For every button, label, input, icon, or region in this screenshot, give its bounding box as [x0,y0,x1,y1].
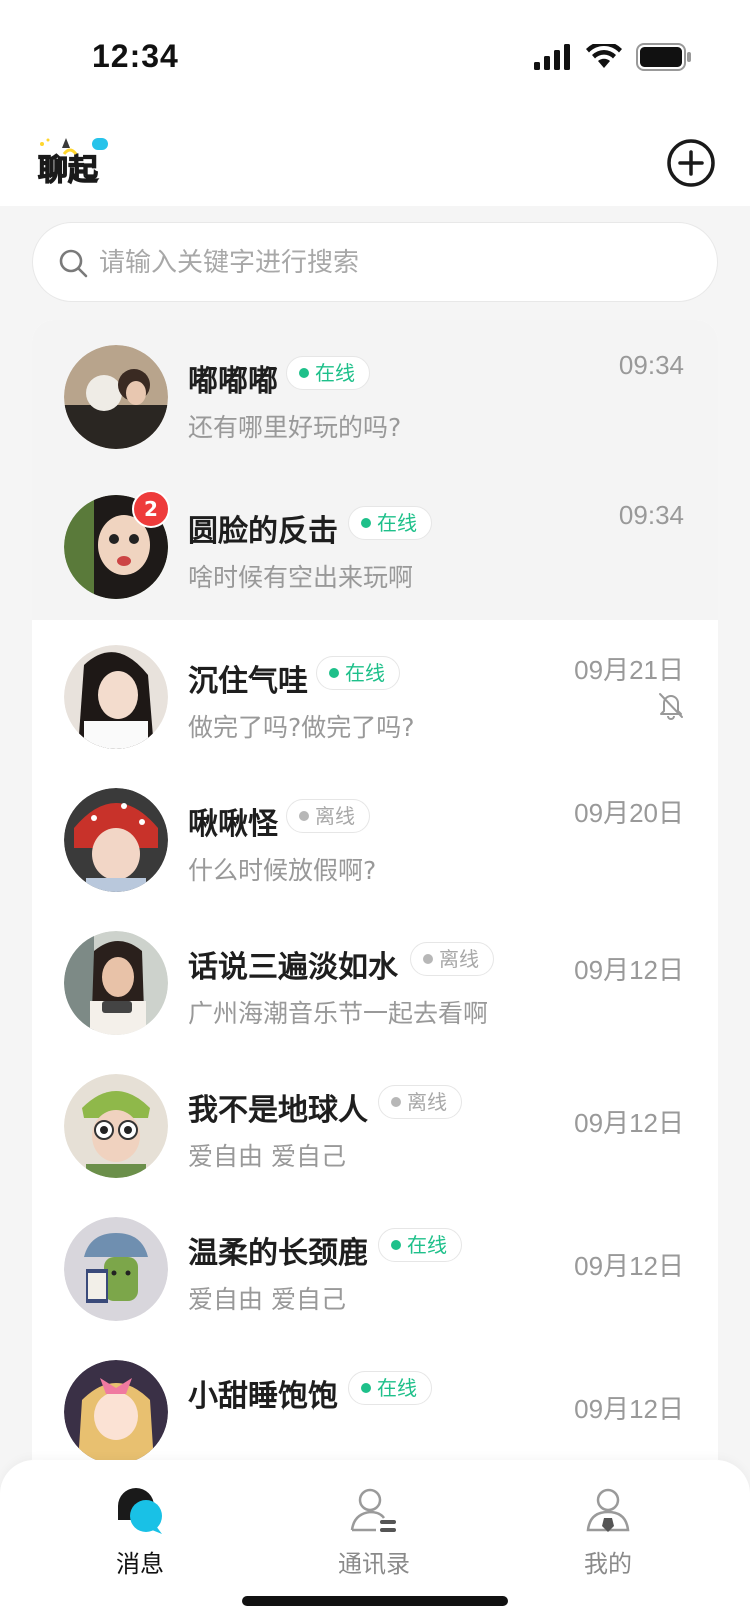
avatar [64,1074,168,1178]
status-dot [423,954,433,964]
offline-status-tag: 离线 [286,799,370,833]
home-indicator [242,1596,508,1606]
status-dot [299,368,309,378]
last-message: 广州海潮音乐节一起去看啊 [188,999,489,1028]
online-status-tag: 在线 [316,656,400,690]
search-icon [59,249,88,278]
offline-status-tag: 离线 [410,942,494,976]
message-time: 09月21日 [574,655,684,685]
status-dot [361,1383,371,1393]
avatar [64,1360,168,1460]
tab-label: 我的 [584,1550,632,1578]
last-message: 爱自由 爱自己 [188,1285,346,1314]
status-label: 在线 [377,511,417,535]
status-label: 在线 [377,1376,417,1400]
tab-contacts[interactable]: 通讯录 [314,1482,434,1579]
last-message: 爱自由 爱自己 [188,1142,346,1171]
avatar [64,931,168,1035]
status-label: 在线 [315,361,355,385]
status-label: 在线 [345,661,385,685]
status-dot [329,668,339,678]
status-dot [391,1097,401,1107]
status-label: 离线 [315,804,355,828]
message-time: 09:34 [618,350,684,380]
message-time: 09月12日 [574,1251,684,1281]
contact-name: 嘟嘟嘟 [188,364,278,399]
message-time: 09月20日 [574,798,684,828]
conversation-item[interactable]: 话说三遍淡如水 离线 广州海潮音乐节一起去看啊 09月12日 [32,906,718,1056]
avatar [64,1217,168,1321]
status-dot [299,811,309,821]
search-input[interactable] [97,223,681,303]
status-dot [391,1240,401,1250]
message-time: 09:34 [618,500,684,530]
last-message: 做完了吗?做完了吗? [188,713,415,742]
message-time: 09月12日 [574,1394,684,1424]
tab-label: 消息 [116,1550,164,1578]
wifi-icon [586,44,622,68]
contact-name: 小甜睡饱饱 [188,1379,338,1414]
online-status-tag: 在线 [378,1228,462,1262]
message-time: 09月12日 [574,1108,684,1138]
status-label: 离线 [407,1090,447,1114]
status-dot [361,518,371,528]
app-logo: 聊起 [37,138,108,189]
contact-name: 啾啾怪 [188,807,278,842]
search-bar[interactable] [32,222,718,303]
contact-name: 圆脸的反击 [188,514,338,549]
conversation-item[interactable]: 啾啾怪 离线 什么时候放假啊? 09月20日 [32,763,718,913]
status-icons [534,42,692,72]
conversation-item[interactable]: 2 圆脸的反击 在线 啥时候有空出来玩啊 09:34 [32,470,718,620]
last-message: 还有哪里好玩的吗? [188,413,402,442]
status-label: 离线 [439,947,479,971]
app-header [0,120,750,206]
conversation-list: 嘟嘟嘟 在线 还有哪里好玩的吗? 09:34 2 圆脸的反击 在线 啥时候有空出… [32,320,718,1460]
avatar [64,345,168,449]
offline-status-tag: 离线 [378,1085,462,1119]
avatar [64,645,168,749]
contacts-icon [350,1488,396,1532]
status-bar: 12:34 [0,0,750,120]
conversation-item[interactable]: 小甜睡饱饱 在线 09月12日 [32,1335,718,1460]
tab-label: 通讯录 [338,1550,410,1578]
battery-icon [636,43,691,71]
conversation-item[interactable]: 嘟嘟嘟 在线 还有哪里好玩的吗? 09:34 [32,320,718,470]
status-time: 12:34 [92,38,179,74]
status-label: 在线 [407,1233,447,1257]
tab-messages[interactable]: 消息 [80,1482,200,1579]
mute-bell-icon [659,693,683,720]
profile-icon [586,1488,630,1532]
message-bubble-icon [118,1488,162,1534]
logo-text: 聊起 [38,153,99,188]
conversation-item[interactable]: 我不是地球人 离线 爱自由 爱自己 09月12日 [32,1049,718,1199]
online-status-tag: 在线 [348,1371,432,1405]
cellular-signal-icon [534,44,570,70]
contact-name: 我不是地球人 [188,1093,368,1128]
contact-name: 温柔的长颈鹿 [188,1236,368,1271]
contact-name: 沉住气哇 [188,664,308,699]
conversation-item[interactable]: 沉住气哇 在线 做完了吗?做完了吗? 09月21日 [32,620,718,770]
tab-profile[interactable]: 我的 [548,1482,668,1579]
avatar [64,788,168,892]
conversation-item[interactable]: 温柔的长颈鹿 在线 爱自由 爱自己 09月12日 [32,1192,718,1342]
unread-badge: 2 [132,490,170,528]
contact-name: 话说三遍淡如水 [188,950,398,985]
last-message: 啥时候有空出来玩啊 [188,563,414,592]
add-button[interactable] [666,138,716,188]
online-status-tag: 在线 [286,356,370,390]
last-message: 什么时候放假啊? [188,856,377,885]
message-time: 09月12日 [574,955,684,985]
online-status-tag: 在线 [348,506,432,540]
